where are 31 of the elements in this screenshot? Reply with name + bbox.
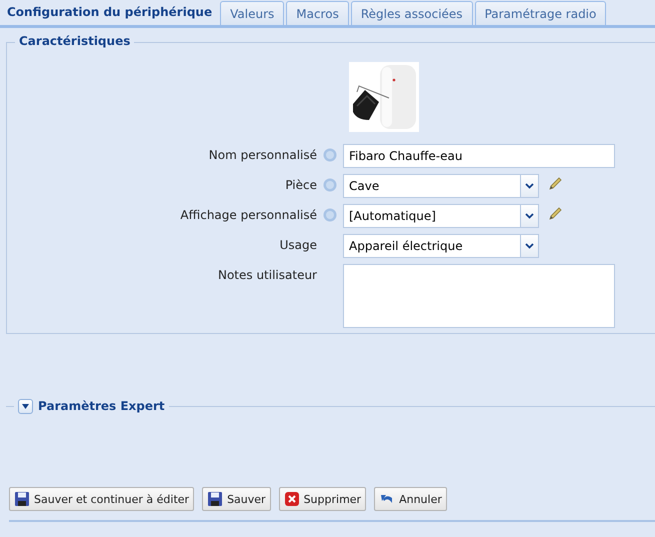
pencil-icon[interactable] (547, 206, 563, 222)
dropdown[interactable]: [Automatique] (343, 204, 539, 228)
notes-field[interactable] (343, 264, 615, 328)
tab[interactable]: Macros (286, 1, 349, 25)
caret-icon (525, 243, 534, 249)
toggle-button[interactable] (18, 398, 33, 414)
button[interactable]: Sauver et continuer à éditer (9, 487, 194, 511)
help-icon[interactable] (323, 148, 337, 162)
tab[interactable]: Valeurs (220, 1, 284, 25)
button[interactable]: Supprimer (278, 487, 366, 511)
help-icon[interactable] (323, 178, 337, 192)
section-title: Caractéristiques (15, 34, 134, 48)
caret-icon (525, 213, 534, 219)
field-label: Notes utilisateur (218, 268, 317, 282)
field-label: Affichage personnalisé (180, 208, 317, 222)
pencil-icon[interactable] (547, 176, 563, 192)
help-icon[interactable] (323, 208, 337, 222)
dropdown[interactable]: Cave (343, 174, 539, 198)
text-field[interactable]: Fibaro Chauffe-eau (343, 144, 615, 168)
field-label: Usage (280, 238, 317, 252)
tab[interactable]: Paramétrage radio (474, 1, 606, 25)
dropdown[interactable]: Appareil électrique (343, 234, 539, 258)
close-icon (284, 491, 300, 507)
field-label: Nom personnalisé (208, 148, 317, 162)
caret-icon (525, 183, 534, 189)
button[interactable]: Sauver (202, 487, 271, 511)
tab[interactable]: Règles associées (350, 1, 473, 25)
field-label: Pièce (285, 178, 317, 192)
caret-icon (22, 404, 29, 408)
section-title: Paramètres Expert (38, 399, 165, 413)
button[interactable]: Annuler (374, 487, 447, 511)
